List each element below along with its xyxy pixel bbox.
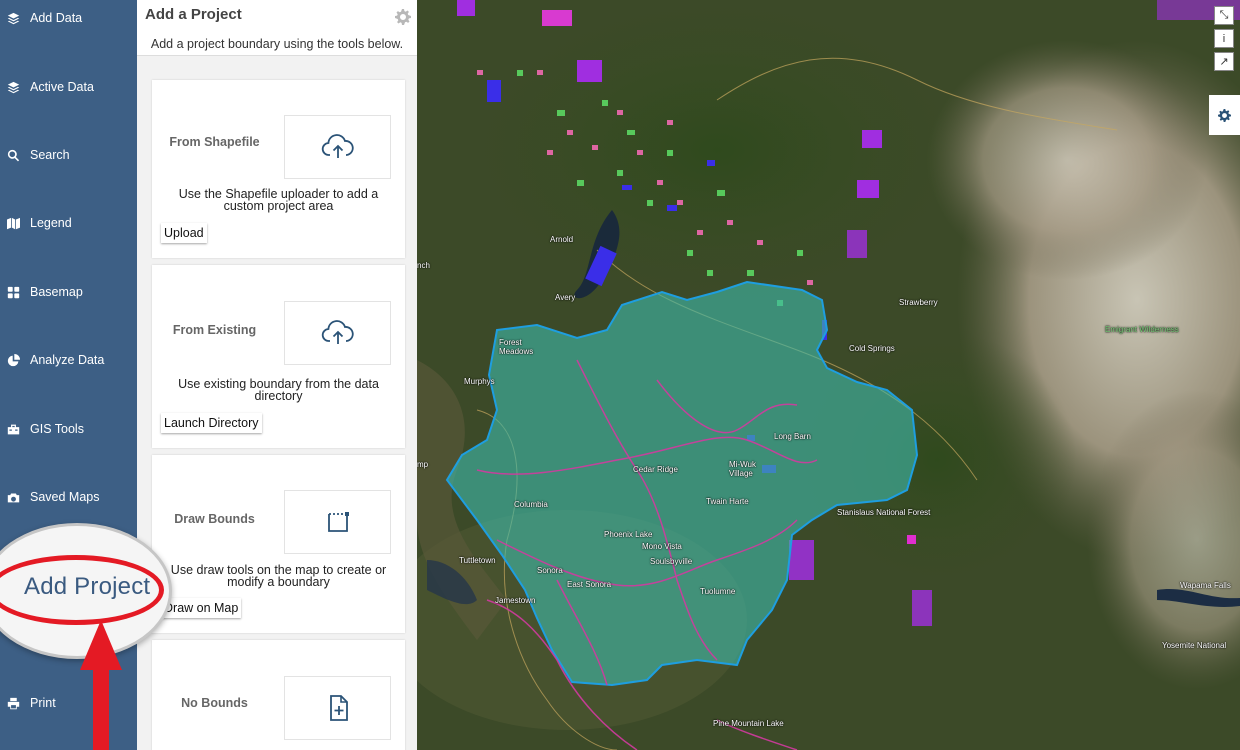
- upload-icon-box[interactable]: [284, 115, 391, 179]
- card-description: Use the Shapefile uploader to add a cust…: [178, 187, 379, 213]
- panel-title: Add a Project: [145, 6, 242, 23]
- file-add-icon: [329, 695, 348, 721]
- nav-label: Analyze Data: [30, 353, 105, 367]
- gear-icon[interactable]: [395, 9, 411, 25]
- panel-subtitle: Add a project boundary using the tools b…: [150, 37, 404, 51]
- map-label-mp: mp: [417, 460, 429, 469]
- card-label: From Existing: [172, 323, 257, 337]
- add-project-panel: Add a Project Add a project boundary usi…: [137, 0, 417, 750]
- map-label-avery: Avery: [555, 293, 576, 302]
- map-label-miwuk-village: Mi-Wuk Village: [729, 460, 756, 478]
- cloud-upload-icon: [321, 134, 354, 158]
- nav-label: Basemap: [30, 285, 83, 299]
- map-label-pine-mountain-lake: Pine Mountain Lake: [713, 719, 784, 728]
- nav-gis-tools[interactable]: GIS Tools: [0, 414, 137, 444]
- map-view[interactable]: Arnold Avery nch Forest Meadows Murphys …: [417, 0, 1240, 750]
- nav-basemap[interactable]: Basemap: [0, 277, 137, 307]
- nav-label: Print: [30, 696, 56, 710]
- map-label-mono-vista: Mono Vista: [642, 542, 682, 551]
- existing-icon-box[interactable]: [284, 301, 391, 365]
- card-label: From Shapefile: [169, 135, 260, 149]
- map-label-soulsbyville: Soulsbyville: [650, 557, 693, 566]
- cloud-upload-icon: [321, 320, 354, 344]
- card-from-existing: From Existing Use existing boundary from…: [152, 265, 405, 448]
- nav-active-data[interactable]: Active Data: [0, 72, 137, 102]
- map-label-emigrant-wilderness: Emigrant Wilderness: [1105, 325, 1179, 334]
- card-description: Use existing boundary from the data dire…: [178, 377, 379, 403]
- nav-label: Saved Maps: [30, 490, 100, 504]
- map-label-arnold: Arnold: [550, 235, 574, 244]
- card-no-bounds: No Bounds: [152, 640, 405, 750]
- nav-legend[interactable]: Legend: [0, 208, 137, 238]
- upload-button[interactable]: Upload: [161, 223, 207, 243]
- map-label-tuolumne: Tuolumne: [700, 587, 736, 596]
- card-draw-bounds: Draw Bounds Use draw tools on the map to…: [152, 455, 405, 633]
- nav-add-data[interactable]: Add Data: [0, 3, 137, 33]
- share-button[interactable]: ↗: [1214, 52, 1234, 71]
- red-arrow-icon: [80, 620, 122, 750]
- map-label-long-barn: Long Barn: [774, 432, 811, 441]
- launch-directory-button[interactable]: Launch Directory: [161, 413, 262, 433]
- draw-on-map-button[interactable]: Draw on Map: [161, 598, 242, 618]
- nav-label: Add Data: [30, 11, 83, 25]
- no-bounds-icon-box[interactable]: [284, 676, 391, 740]
- map-label-stanislaus: Stanislaus National Forest: [837, 508, 931, 517]
- layers-icon: [6, 80, 20, 94]
- map-label-sonora: Sonora: [537, 566, 563, 575]
- nav-label: Search: [30, 148, 70, 162]
- grid-icon: [6, 285, 20, 299]
- map-label-tuttletown: Tuttletown: [459, 556, 496, 565]
- satellite-basemap: [417, 0, 1240, 750]
- nav-saved-maps[interactable]: Saved Maps: [0, 482, 137, 512]
- print-icon: [6, 696, 20, 710]
- draw-icon-box[interactable]: [284, 490, 391, 554]
- map-label-phoenix-lake: Phoenix Lake: [604, 530, 653, 539]
- nav-analyze-data[interactable]: Analyze Data: [0, 345, 137, 375]
- card-label: Draw Bounds: [174, 512, 255, 526]
- nav-label: GIS Tools: [30, 422, 84, 436]
- map-label-wapama-falls: Wapama Falls: [1180, 581, 1231, 590]
- map-label-forest-meadows: Forest Meadows: [499, 338, 534, 356]
- map-label-murphys: Murphys: [464, 377, 495, 386]
- nav-search[interactable]: Search: [0, 140, 137, 170]
- info-button[interactable]: i: [1214, 29, 1234, 48]
- layers-add-icon: [6, 11, 20, 25]
- draw-square-icon: [327, 512, 349, 532]
- map-label-nch: nch: [417, 261, 430, 270]
- map-icon: [6, 216, 20, 230]
- map-label-yosemite: Yosemite National: [1162, 641, 1227, 650]
- map-settings-button[interactable]: [1209, 95, 1240, 135]
- panel-header: Add a Project Add a project boundary usi…: [137, 0, 417, 56]
- map-label-cold-springs: Cold Springs: [849, 344, 895, 353]
- zoom-extent-button[interactable]: ⤡: [1214, 6, 1234, 25]
- nav-label: Legend: [30, 216, 72, 230]
- map-label-strawberry: Strawberry: [899, 298, 938, 307]
- map-label-twain-harte: Twain Harte: [706, 497, 749, 506]
- map-label-jamestown: Jamestown: [495, 596, 536, 605]
- nav-label: Active Data: [30, 80, 94, 94]
- toolbox-icon: [6, 422, 20, 436]
- search-icon: [6, 148, 20, 162]
- map-label-cedar-ridge: Cedar Ridge: [633, 465, 678, 474]
- map-label-east-sonora: East Sonora: [567, 580, 612, 589]
- card-label: No Bounds: [181, 696, 248, 710]
- map-label-columbia: Columbia: [514, 500, 548, 509]
- card-from-shapefile: From Shapefile Use the Shapefile uploade…: [152, 80, 405, 258]
- gear-icon: [1218, 108, 1231, 122]
- saved-maps-icon: [6, 490, 20, 504]
- card-description: Use draw tools on the map to create or m…: [170, 563, 387, 589]
- pie-chart-icon: [6, 353, 20, 367]
